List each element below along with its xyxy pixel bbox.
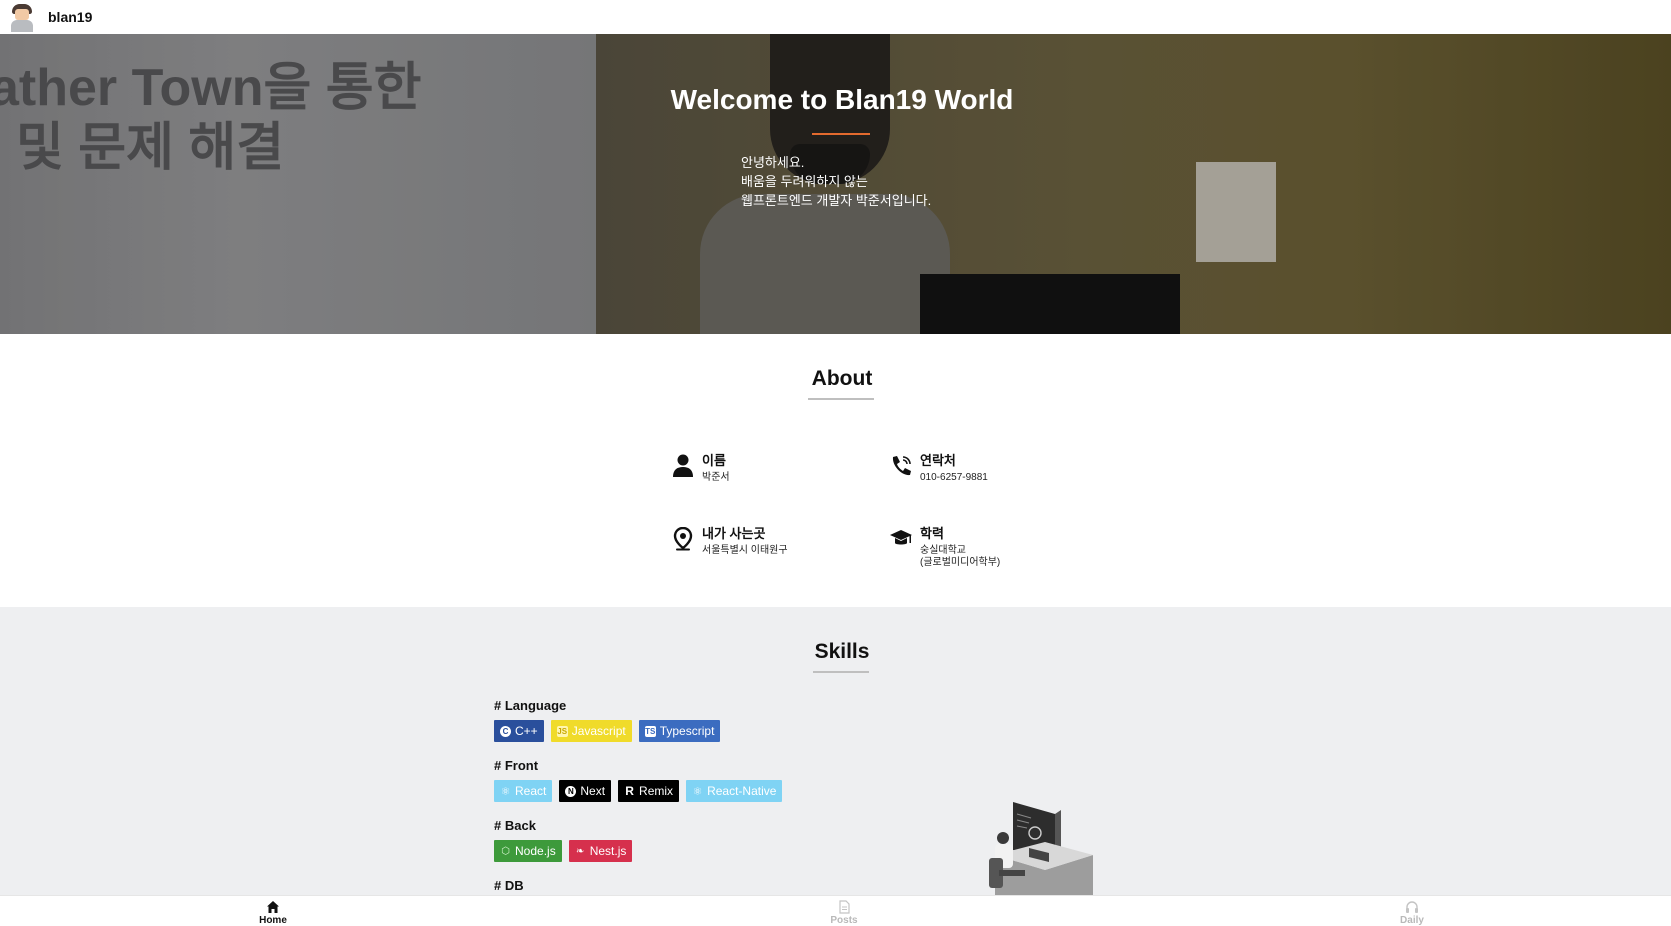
skill-category-db: # DB xyxy=(494,878,524,893)
nav-item-posts[interactable]: Posts xyxy=(814,900,874,926)
about-item-name: 이름 박준서 xyxy=(672,450,862,490)
react-icon: ⚛ xyxy=(692,785,703,798)
nav-item-daily[interactable]: Daily xyxy=(1382,900,1442,926)
skill-badge-typescript: TS Typescript xyxy=(638,720,721,742)
nodejs-icon: ⬡ xyxy=(501,845,510,857)
skill-badge-remix: R Remix xyxy=(618,780,680,802)
cplusplus-icon: C xyxy=(500,725,511,737)
brand-name[interactable]: blan19 xyxy=(48,9,92,25)
skills-title-underline xyxy=(813,671,869,673)
skills-title: Skills xyxy=(814,640,870,663)
home-icon xyxy=(267,901,279,913)
hero-intro: 안녕하세요. 배움을 두려워하지 않는 웹프론트엔드 개발자 박준서입니다. xyxy=(741,155,932,208)
about-item-education: 학력 숭실대학교 (글로벌미디어학부) xyxy=(890,523,1080,573)
graduation-cap-icon xyxy=(890,530,912,545)
skill-badge-javascript: JS Javascript xyxy=(550,720,632,742)
skill-badge-react-native: ⚛ React-Native xyxy=(686,780,783,802)
about-item-location: 내가 사는곳 서울특별시 이태원구 xyxy=(672,523,862,563)
skill-badge-nestjs: ❧ Nest.js xyxy=(568,840,633,862)
skill-badge-nodejs: ⬡ Node.js xyxy=(494,840,562,862)
hero-title-underline xyxy=(812,133,870,135)
about-item-contact: 연락처 010-6257-9881 xyxy=(890,450,1080,490)
about-title-underline xyxy=(808,398,874,400)
nav-item-home[interactable]: Home xyxy=(243,900,303,926)
hero-title: Welcome to Blan19 World xyxy=(670,84,1014,115)
skill-badge-react: ⚛ React xyxy=(494,780,553,802)
location-pin-icon xyxy=(673,527,693,551)
skill-category-back: # Back xyxy=(494,818,536,833)
skill-badges-back: ⬡ Node.js ❧ Nest.js xyxy=(494,840,633,862)
remix-icon: R xyxy=(625,784,634,798)
developer-illustration xyxy=(989,802,1093,895)
skill-badges-front: ⚛ React N Next R Remix ⚛ React-Native xyxy=(494,780,783,802)
javascript-icon: JS xyxy=(556,725,568,737)
bottom-navigation: Home Posts Daily xyxy=(0,895,1671,926)
skill-category-language: # Language xyxy=(494,698,567,713)
typescript-icon: TS xyxy=(644,725,656,737)
avatar[interactable] xyxy=(8,3,36,33)
document-icon xyxy=(839,900,850,914)
top-navbar: blan19 xyxy=(0,0,1671,34)
about-title: About xyxy=(811,367,873,390)
phone-icon xyxy=(892,456,911,476)
react-icon: ⚛ xyxy=(500,785,511,798)
headphones-icon xyxy=(1406,901,1418,913)
nextjs-icon: N xyxy=(565,785,577,797)
person-icon xyxy=(673,454,693,477)
nestjs-icon: ❧ xyxy=(575,845,585,857)
skill-badge-next: N Next xyxy=(559,780,612,802)
skill-category-front: # Front xyxy=(494,758,539,773)
skill-badges-language: C C++ JS Javascript TS Typescript xyxy=(494,720,721,742)
skill-badge-cplusplus: C C++ xyxy=(494,720,544,742)
